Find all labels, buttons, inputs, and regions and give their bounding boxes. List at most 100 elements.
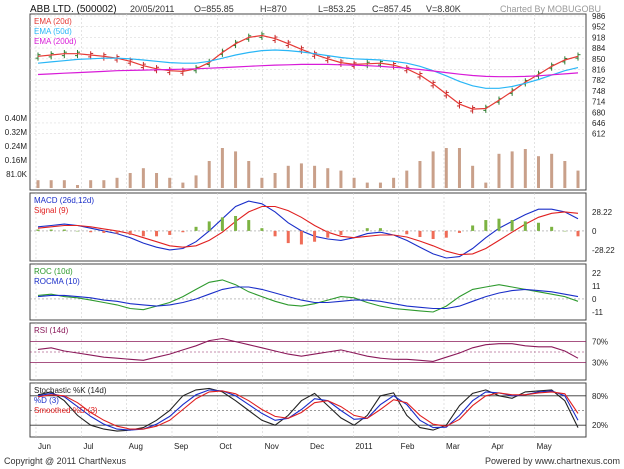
month-tick-label: Jul bbox=[83, 442, 93, 451]
macd-histogram-bar bbox=[365, 228, 369, 231]
volume-bar bbox=[234, 151, 238, 188]
volume-bar bbox=[168, 177, 172, 188]
macd-histogram-bar bbox=[431, 230, 435, 240]
month-tick-label: 2011 bbox=[355, 442, 373, 451]
macd-histogram-bar bbox=[62, 229, 66, 231]
macd-histogram-bar bbox=[234, 215, 238, 231]
volume-bar bbox=[247, 161, 251, 188]
indicator-tick-label: -11 bbox=[592, 308, 604, 317]
chart-window: ABB LTD. (500002) 20/05/2011 O=855.85 H=… bbox=[0, 0, 624, 469]
high-label: H=870 bbox=[260, 4, 287, 14]
macd-histogram-bar bbox=[352, 230, 356, 232]
macd-histogram-bar bbox=[89, 230, 93, 233]
month-tick-label: Feb bbox=[401, 442, 415, 451]
volume-bar bbox=[76, 185, 80, 188]
macd-histogram-bar bbox=[497, 218, 501, 231]
volume-bar bbox=[299, 163, 303, 188]
macd-histogram-bar bbox=[207, 221, 211, 231]
volume-bar bbox=[510, 151, 514, 188]
volume-bar bbox=[352, 177, 356, 188]
month-tick-label: Dec bbox=[310, 442, 324, 451]
legend-stoch-smoothed: Smoothed %D (3) bbox=[34, 406, 98, 415]
macd-histogram-bar bbox=[247, 220, 251, 231]
indicator-tick-label: 11 bbox=[592, 282, 601, 291]
volume-bar bbox=[128, 173, 132, 188]
volume-bar bbox=[273, 173, 277, 188]
legend-stoch-k: Stochastic %K (14d) bbox=[34, 386, 107, 395]
macd-histogram-bar bbox=[457, 230, 461, 233]
volume-bar bbox=[89, 180, 93, 188]
macd-histogram-bar bbox=[576, 230, 580, 237]
volume-bar bbox=[36, 180, 40, 188]
volume-tick-label: 0.32M bbox=[5, 128, 28, 137]
macd-histogram-bar bbox=[181, 230, 185, 233]
volume-bar bbox=[115, 177, 119, 188]
indicator-tick-label: 28.22 bbox=[592, 208, 613, 217]
volume-bar bbox=[444, 148, 448, 188]
indicator-tick-label: 20% bbox=[592, 421, 608, 430]
price-tick-label: 986 bbox=[592, 12, 606, 21]
indicator-tick-label: 30% bbox=[592, 358, 608, 367]
volume-bar bbox=[155, 173, 159, 188]
volume-bar bbox=[194, 175, 198, 188]
open-label: O=855.85 bbox=[194, 4, 234, 14]
macd-histogram-bar bbox=[286, 230, 290, 244]
volume-tick-label: 0.40M bbox=[5, 114, 28, 123]
volume-bar bbox=[484, 182, 488, 188]
macd-histogram-bar bbox=[194, 226, 198, 231]
volume-bar bbox=[523, 149, 527, 188]
price-tick-label: 714 bbox=[592, 98, 606, 107]
month-tick-label: Oct bbox=[219, 442, 232, 451]
indicator-tick-label: 70% bbox=[592, 338, 608, 347]
macd-histogram-bar bbox=[155, 230, 159, 237]
volume-bar bbox=[365, 182, 369, 188]
volume-tick-label: 81.0K bbox=[6, 170, 28, 179]
price-tick-label: 850 bbox=[592, 55, 606, 64]
legend-rsi: RSI (14d) bbox=[34, 326, 69, 335]
powered-label: Powered by www.chartnexus.com bbox=[485, 456, 620, 466]
macd-histogram-bar bbox=[510, 220, 514, 231]
credit-label: Charted By MOBUGOBU bbox=[500, 4, 601, 14]
volume-bar bbox=[62, 180, 66, 188]
macd-histogram-bar bbox=[49, 229, 53, 231]
macd-histogram-bar bbox=[299, 230, 303, 245]
price-tick-label: 680 bbox=[592, 108, 606, 117]
month-tick-label: Nov bbox=[265, 442, 279, 451]
volume-bar bbox=[392, 177, 396, 188]
close-label: C=857.45 bbox=[372, 4, 411, 14]
price-tick-label: 816 bbox=[592, 65, 606, 74]
volume-bar bbox=[286, 165, 290, 188]
legend-stoch-d: %D (3) bbox=[34, 396, 59, 405]
macd-histogram-bar bbox=[115, 230, 119, 234]
volume-bar bbox=[102, 180, 106, 188]
macd-histogram-bar bbox=[260, 228, 264, 231]
price-tick-label: 918 bbox=[592, 33, 606, 42]
indicator-tick-label: 22 bbox=[592, 269, 601, 278]
volume-bar bbox=[260, 177, 264, 188]
volume-bar bbox=[207, 161, 211, 188]
volume-bar bbox=[550, 153, 554, 188]
volume-bar bbox=[405, 170, 409, 188]
macd-histogram-bar bbox=[523, 221, 527, 231]
indicator-tick-label: -28.22 bbox=[592, 246, 615, 255]
volume-bar bbox=[471, 165, 475, 188]
macd-histogram-bar bbox=[313, 230, 317, 242]
symbol-label: ABB LTD. (500002) bbox=[30, 4, 117, 15]
volume-label: V=8.80K bbox=[426, 4, 461, 14]
legend-ema50: EMA (50d) bbox=[34, 27, 72, 36]
month-tick-label: Jun bbox=[38, 442, 51, 451]
macd-histogram-bar bbox=[220, 217, 224, 231]
month-tick-label: Apr bbox=[491, 442, 504, 451]
volume-bar bbox=[563, 161, 567, 188]
price-tick-label: 952 bbox=[592, 23, 606, 32]
indicator-tick-label: 0 bbox=[592, 295, 597, 304]
volume-bar bbox=[576, 170, 580, 188]
macd-histogram-bar bbox=[141, 230, 145, 237]
macd-histogram-bar bbox=[484, 220, 488, 231]
price-tick-label: 884 bbox=[592, 44, 606, 53]
volume-bar bbox=[497, 153, 501, 188]
macd-histogram-bar bbox=[339, 230, 343, 235]
month-tick-label: Aug bbox=[129, 442, 143, 451]
volume-bar bbox=[49, 180, 53, 188]
volume-bar bbox=[418, 161, 422, 188]
